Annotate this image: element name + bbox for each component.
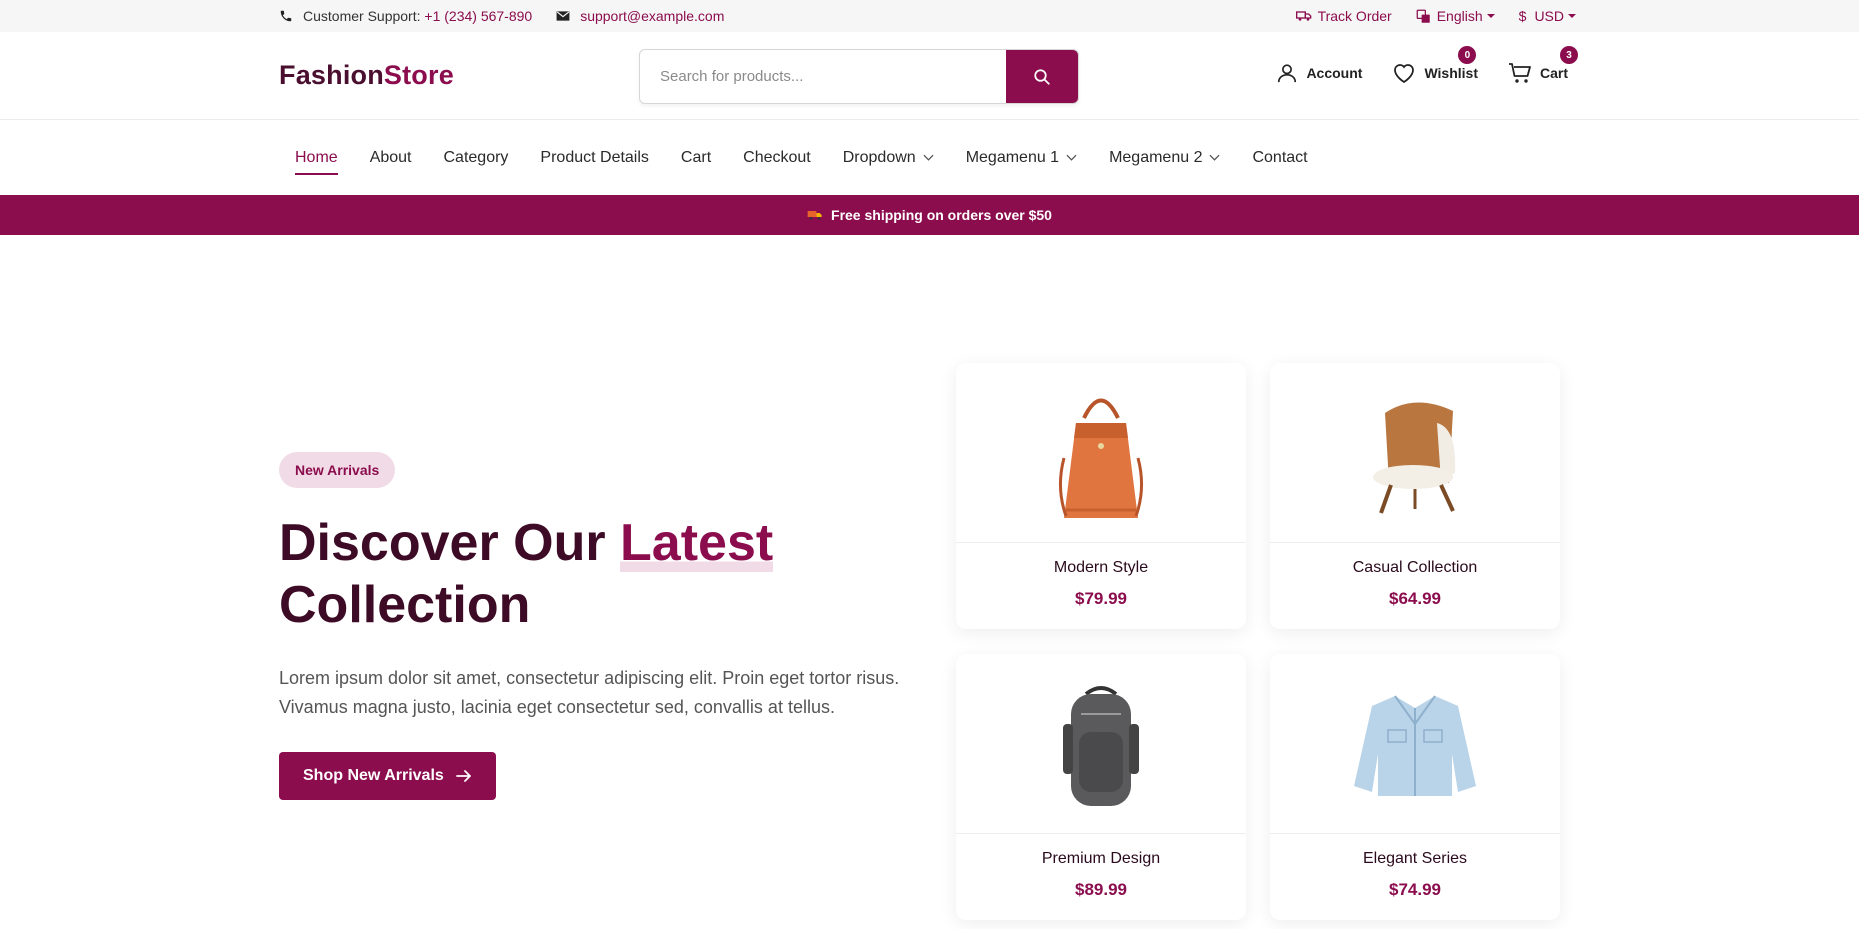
support-email-item[interactable]: support@example.com xyxy=(556,8,724,24)
header-actions: Account Wishlist 0 Cart 3 xyxy=(1246,46,1578,84)
support-email[interactable]: support@example.com xyxy=(580,8,724,24)
nav-item-category[interactable]: Category xyxy=(444,120,509,195)
truck-icon xyxy=(1295,11,1311,21)
currency-selector[interactable]: $ USD xyxy=(1519,8,1576,24)
chevron-down-icon xyxy=(1209,154,1221,161)
nav-label-product-details: Product Details xyxy=(540,148,649,166)
nav-item-contact[interactable]: Contact xyxy=(1252,120,1307,195)
nav-label-category: Category xyxy=(443,148,509,166)
phone-icon xyxy=(280,10,292,22)
truck-icon xyxy=(807,211,822,220)
site-logo[interactable]: FashionStore xyxy=(279,60,454,91)
nav-label-checkout: Checkout xyxy=(743,148,811,166)
product-card[interactable]: Elegant Series $74.99 xyxy=(1270,654,1560,920)
user-icon xyxy=(1278,64,1297,83)
currency-caret-icon xyxy=(1568,14,1576,18)
main-navigation: Home About Category Product Details Cart… xyxy=(0,120,1859,195)
search-input[interactable] xyxy=(640,50,1006,103)
hero-title-part-2: Collection xyxy=(279,576,531,634)
nav-label-about: About xyxy=(369,148,412,166)
product-price: $64.99 xyxy=(1389,589,1441,608)
nav-list: Home About Category Product Details Cart… xyxy=(295,120,1340,195)
wishlist-label: Wishlist xyxy=(1424,65,1478,81)
logo-part-2: Store xyxy=(383,60,454,90)
wishlist-button[interactable]: Wishlist 0 xyxy=(1392,46,1478,84)
product-price: $74.99 xyxy=(1389,880,1441,899)
new-arrivals-badge: New Arrivals xyxy=(279,452,396,488)
hero-title: Discover Our Latest Collection xyxy=(279,512,919,636)
currency-label: USD xyxy=(1534,8,1564,24)
top-bar-utilities: Track Order English $ USD xyxy=(1272,0,1576,32)
hero-section: New Arrivals Discover Our Latest Collect… xyxy=(279,452,919,800)
cart-icon xyxy=(1508,63,1531,83)
account-label: Account xyxy=(1306,65,1363,81)
nav-item-dropdown[interactable]: Dropdown xyxy=(843,120,934,195)
product-card[interactable]: Modern Style $79.99 xyxy=(956,363,1246,629)
envelope-icon xyxy=(556,11,570,21)
translate-icon xyxy=(1416,9,1430,23)
product-name: Modern Style xyxy=(1053,559,1149,576)
product-card[interactable]: Premium Design $89.99 xyxy=(956,654,1246,920)
nav-label-megamenu-2: Megamenu 2 xyxy=(1109,148,1203,166)
logo-part-1: Fashion xyxy=(279,60,384,90)
search-icon xyxy=(1034,68,1050,85)
arrow-right-icon xyxy=(455,770,471,782)
nav-label-cart: Cart xyxy=(680,148,712,166)
cta-label: Shop New Arrivals xyxy=(303,767,444,784)
nav-item-product-details[interactable]: Product Details xyxy=(540,120,649,195)
chevron-down-icon xyxy=(1066,154,1077,161)
promo-text: Free shipping on orders over $50 xyxy=(831,207,1052,223)
language-caret-icon xyxy=(1486,14,1495,18)
hero-title-part-1: Discover Our xyxy=(279,514,621,572)
search-button[interactable] xyxy=(1006,50,1078,103)
wishlist-count-badge: 0 xyxy=(1458,46,1477,64)
armchair-image xyxy=(1270,363,1560,543)
nav-item-megamenu-2[interactable]: Megamenu 2 xyxy=(1109,120,1221,195)
product-name: Casual Collection xyxy=(1352,559,1478,576)
hero-title-highlight: Latest xyxy=(620,514,774,572)
hero-description: Lorem ipsum dolor sit amet, consectetur … xyxy=(279,668,900,717)
top-bar-contact: Customer Support: +1 (234) 567-890 suppo… xyxy=(279,0,724,32)
currency-symbol: $ xyxy=(1518,8,1527,24)
handbag-image xyxy=(956,363,1246,543)
product-price: $89.99 xyxy=(1075,880,1127,899)
backpack-image xyxy=(956,654,1246,834)
product-name: Elegant Series xyxy=(1362,850,1468,867)
denim-jacket-image xyxy=(1270,654,1560,834)
chevron-down-icon xyxy=(923,154,934,161)
product-name: Premium Design xyxy=(1041,850,1161,867)
support-label: Customer Support: xyxy=(303,8,421,24)
cart-button[interactable]: Cart 3 xyxy=(1508,46,1578,84)
support-phone-item[interactable]: Customer Support: +1 (234) 567-890 xyxy=(279,8,532,24)
cart-label: Cart xyxy=(1539,65,1568,81)
nav-item-about[interactable]: About xyxy=(370,120,412,195)
search-bar xyxy=(639,49,1079,104)
cart-count-badge: 3 xyxy=(1559,46,1578,64)
shop-new-arrivals-button[interactable]: Shop New Arrivals xyxy=(279,752,496,800)
track-order-label: Track Order xyxy=(1317,8,1392,24)
nav-label-contact: Contact xyxy=(1252,148,1308,166)
promo-banner: Free shipping on orders over $50 xyxy=(0,195,1859,235)
support-phone[interactable]: +1 (234) 567-890 xyxy=(424,8,532,24)
nav-label-megamenu-1: Megamenu 1 xyxy=(965,148,1060,166)
account-button[interactable]: Account xyxy=(1276,62,1362,84)
nav-item-checkout[interactable]: Checkout xyxy=(743,120,811,195)
heart-icon xyxy=(1394,64,1415,84)
track-order-link[interactable]: Track Order xyxy=(1295,8,1392,24)
nav-item-home[interactable]: Home xyxy=(295,120,338,195)
language-label: English xyxy=(1436,8,1483,24)
product-price: $79.99 xyxy=(1075,589,1127,608)
product-card[interactable]: Casual Collection $64.99 xyxy=(1270,363,1560,629)
nav-item-megamenu-1[interactable]: Megamenu 1 xyxy=(966,120,1077,195)
nav-item-cart[interactable]: Cart xyxy=(681,120,711,195)
nav-label-home: Home xyxy=(295,148,338,166)
language-selector[interactable]: English xyxy=(1416,8,1495,24)
nav-label-dropdown: Dropdown xyxy=(842,148,916,166)
top-bar: Customer Support: +1 (234) 567-890 suppo… xyxy=(0,0,1859,32)
site-header: FashionStore Account Wishlist 0 Cart 3 xyxy=(0,32,1859,120)
